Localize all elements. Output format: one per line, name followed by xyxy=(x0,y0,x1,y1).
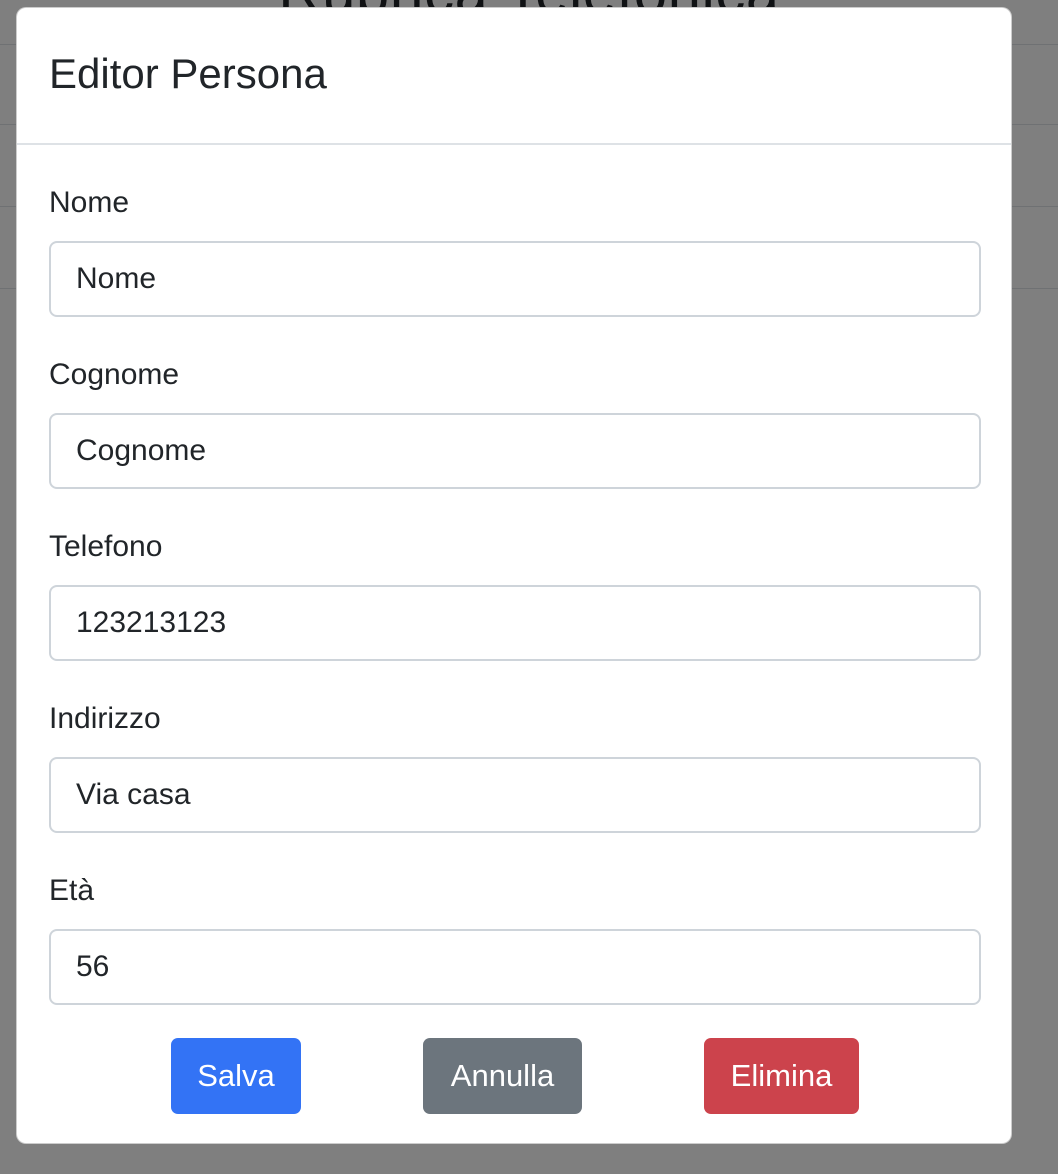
nome-input[interactable] xyxy=(49,241,981,317)
editor-persona-modal: Editor Persona Nome Cognome Telefono Ind… xyxy=(16,7,1012,1144)
save-button[interactable]: Salva xyxy=(171,1038,301,1114)
form-group-telefono: Telefono xyxy=(49,529,981,661)
nome-label: Nome xyxy=(49,186,130,219)
form-group-cognome: Cognome xyxy=(49,357,981,489)
indirizzo-label: Indirizzo xyxy=(49,702,161,735)
form-group-indirizzo: Indirizzo xyxy=(49,701,981,833)
eta-input[interactable] xyxy=(49,929,981,1005)
cognome-label: Cognome xyxy=(49,358,180,391)
modal-header: Editor Persona xyxy=(17,8,1011,145)
cancel-button[interactable]: Annulla xyxy=(423,1038,582,1114)
form-group-nome: Nome xyxy=(49,185,981,317)
indirizzo-input[interactable] xyxy=(49,757,981,833)
modal-title: Editor Persona xyxy=(49,49,327,97)
cognome-input[interactable] xyxy=(49,413,981,489)
eta-label: Età xyxy=(49,874,95,907)
form-group-eta: Età xyxy=(49,873,981,1005)
telefono-label: Telefono xyxy=(49,530,163,563)
telefono-input[interactable] xyxy=(49,585,981,661)
delete-button[interactable]: Elimina xyxy=(704,1038,859,1114)
